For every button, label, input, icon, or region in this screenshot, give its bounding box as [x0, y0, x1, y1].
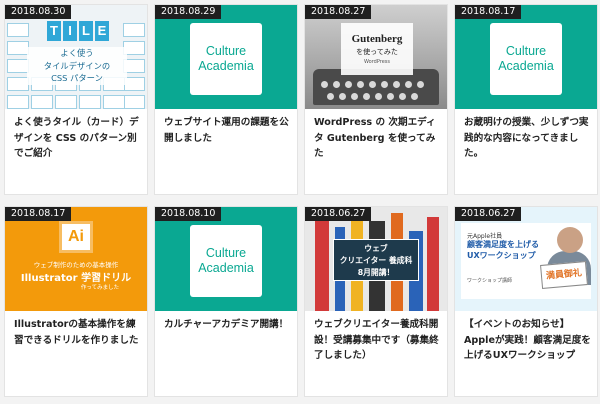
- article-title[interactable]: WordPress の 次期エディタ Gutenberg を使ってみた: [314, 115, 442, 162]
- article-title[interactable]: ウェブサイト運用の課題を公開しました: [164, 115, 292, 146]
- thumbnail-caption-line: 8月開講！: [357, 268, 395, 277]
- culture-academia-logo: Culture Academia: [190, 225, 262, 297]
- article-title[interactable]: ウェブクリエイター養成科開設！受講募集中です（募集終了しました）: [314, 317, 442, 364]
- article-title[interactable]: お蔵明けの授業、少しずつ実践的な内容になってきました。: [464, 115, 592, 162]
- thumbnail-caption: Gutenberg を使ってみた WordPress: [341, 23, 413, 75]
- article-card[interactable]: T I L E よく使う タイルデザインの CSS パターン 2018.08.3…: [5, 5, 147, 194]
- culture-academia-logo: Culture Academia: [490, 23, 562, 95]
- thumbnail-caption-line: タイルデザインの: [43, 60, 111, 71]
- illustrator-logo-icon: Ai: [59, 221, 93, 253]
- article-card[interactable]: Ai ウェブ制作のための基本操作 Illustrator 学習ドリル 作ってみま…: [5, 207, 147, 396]
- thumbnail-caption-line: UXワークショップ: [467, 251, 536, 260]
- article-date: 2018.08.27: [305, 5, 372, 19]
- thumbnail-caption: ウェブ クリエイター 養成科 8月開講！: [333, 239, 419, 281]
- article-title[interactable]: Illustratorの基本操作を練習できるドリルを作りました: [14, 317, 142, 348]
- thumbnail-caption-line: Illustrator 学習ドリル: [20, 273, 132, 284]
- thumbnail-caption-line: クリエイター 養成科: [339, 256, 413, 265]
- thumbnail-caption-line: を使ってみた: [356, 48, 398, 56]
- logo-line: Academia: [198, 59, 254, 73]
- article-date: 2018.08.30: [5, 5, 72, 19]
- tile-letter: T: [47, 21, 61, 41]
- article-title[interactable]: 【イベントのお知らせ】Appleが実践！顧客満足度を上げるUXワークショップ: [464, 317, 592, 364]
- tile-letter: L: [79, 21, 93, 41]
- article-thumbnail[interactable]: Ai ウェブ制作のための基本操作 Illustrator 学習ドリル 作ってみま…: [5, 207, 147, 311]
- thumbnail-caption-line: Gutenberg: [351, 33, 403, 45]
- article-thumbnail[interactable]: 元Apple社員 顧客満足度を上げる UXワークショップ ワークショップ講師 満…: [455, 207, 597, 311]
- article-card[interactable]: ウェブ クリエイター 養成科 8月開講！ 2018.06.27 ウェブクリエイタ…: [305, 207, 447, 396]
- tile-letter: E: [95, 21, 109, 41]
- tile-logo: T I L E: [47, 21, 109, 43]
- article-date: 2018.08.10: [155, 207, 222, 221]
- thumbnail-caption-line: CSS パターン: [51, 73, 103, 83]
- article-card[interactable]: 元Apple社員 顧客満足度を上げる UXワークショップ ワークショップ講師 満…: [455, 207, 597, 396]
- article-date: 2018.08.29: [155, 5, 222, 19]
- article-title[interactable]: カルチャーアカデミア開講！: [164, 317, 292, 333]
- article-title[interactable]: よく使うタイル（カード）デザインを CSS のパターン別でご紹介: [14, 115, 142, 162]
- article-date: 2018.06.27: [305, 207, 372, 221]
- thumbnail-caption: よく使う タイルデザインの CSS パターン: [27, 47, 127, 85]
- article-date: 2018.08.17: [5, 207, 72, 221]
- article-thumbnail[interactable]: ウェブ クリエイター 養成科 8月開講！: [305, 207, 447, 311]
- logo-line: Culture: [205, 44, 247, 58]
- article-card[interactable]: Gutenberg を使ってみた WordPress 2018.08.27 Wo…: [305, 5, 447, 194]
- logo-line: Culture: [205, 246, 247, 260]
- thumbnail-caption-line: 顧客満足度を上げる: [467, 240, 539, 249]
- article-thumbnail[interactable]: Culture Academia: [455, 5, 597, 109]
- thumbnail-caption-line: ウェブ制作のための基本操作: [33, 261, 119, 269]
- logo-line: Academia: [498, 59, 554, 73]
- thumbnail-caption-line: ワークショップ講師: [467, 278, 513, 284]
- speaker-face: [557, 227, 583, 253]
- article-thumbnail[interactable]: T I L E よく使う タイルデザインの CSS パターン: [5, 5, 147, 109]
- article-card[interactable]: Culture Academia 2018.08.29 ウェブサイト運用の課題を…: [155, 5, 297, 194]
- thumbnail-caption-line: WordPress: [363, 59, 390, 65]
- thumbnail-caption-line: 作ってみました: [80, 285, 120, 291]
- article-thumbnail[interactable]: Culture Academia: [155, 5, 297, 109]
- article-thumbnail[interactable]: Gutenberg を使ってみた WordPress: [305, 5, 447, 109]
- article-thumbnail[interactable]: Culture Academia: [155, 207, 297, 311]
- thumbnail-caption-line: よく使う: [60, 48, 94, 58]
- article-date: 2018.06.27: [455, 207, 522, 221]
- sold-out-sign: 満員御礼: [540, 261, 588, 289]
- logo-line: Academia: [198, 261, 254, 275]
- article-date: 2018.08.17: [455, 5, 522, 19]
- article-card[interactable]: Culture Academia 2018.08.10 カルチャーアカデミア開講…: [155, 207, 297, 396]
- logo-line: Culture: [505, 44, 547, 58]
- article-card[interactable]: Culture Academia 2018.08.17 お蔵明けの授業、少しずつ…: [455, 5, 597, 194]
- culture-academia-logo: Culture Academia: [190, 23, 262, 95]
- thumbnail-caption-line: ウェブ: [364, 244, 388, 253]
- tile-letter: I: [63, 21, 77, 41]
